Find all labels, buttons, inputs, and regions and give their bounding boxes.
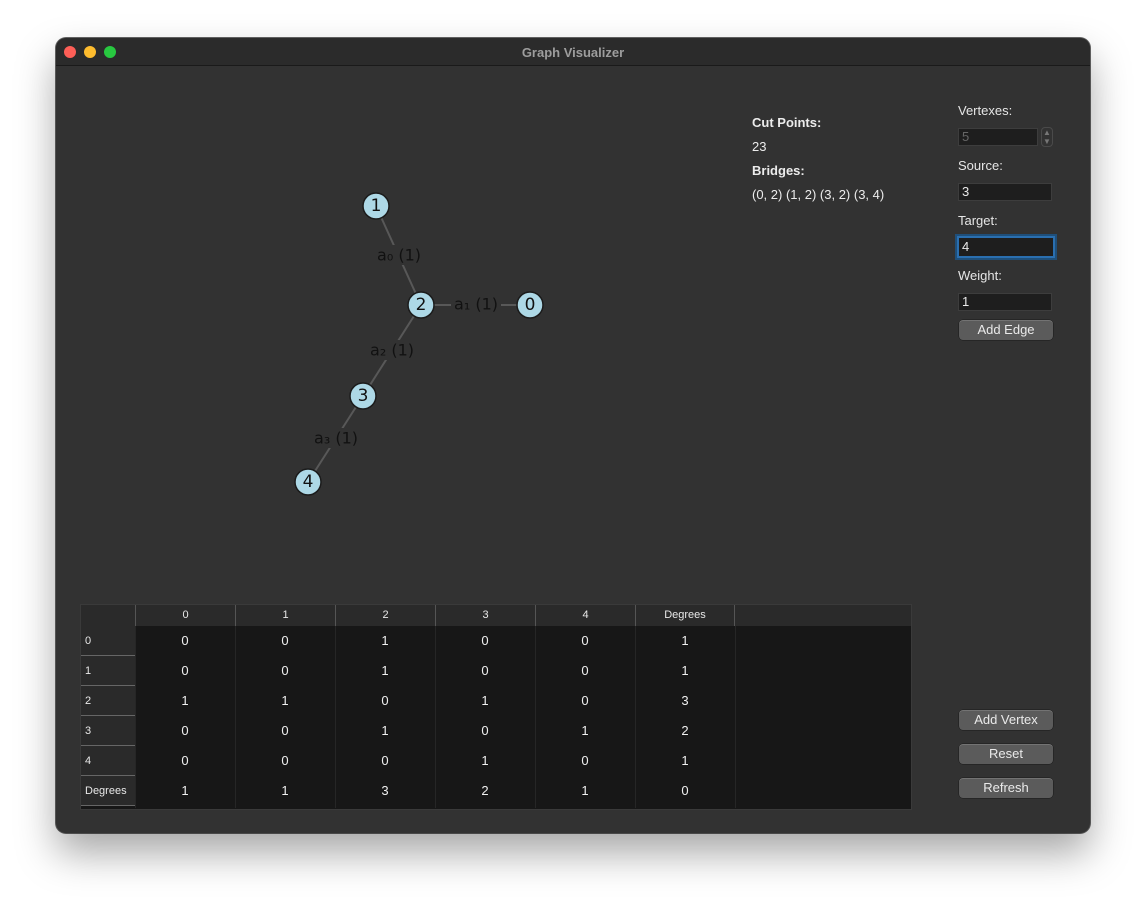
weight-label: Weight:	[958, 268, 1002, 283]
column-header[interactable]: 0	[135, 605, 235, 626]
window-title: Graph Visualizer	[521, 45, 625, 60]
graph-node-1[interactable]: 1	[362, 192, 390, 220]
row-header[interactable]: 0	[81, 626, 135, 656]
column-divider	[735, 626, 736, 808]
title-bar: Graph Visualizer	[56, 38, 1090, 66]
table-cell[interactable]: 2	[435, 776, 535, 806]
add-vertex-button[interactable]: Add Vertex	[959, 710, 1053, 730]
table-corner	[81, 605, 135, 626]
graph-node-4[interactable]: 4	[294, 468, 322, 496]
table-cell[interactable]: 0	[335, 686, 435, 716]
refresh-button[interactable]: Refresh	[959, 778, 1053, 798]
adjacency-table[interactable]: 0 1 2 3 4 Degrees 0 0 0 1 0 0 1 1 0 0 1 0 0 1 2 1 1 0 1 0 3 3 0 0 1 0 1 2…	[80, 604, 912, 810]
column-header[interactable]: 2	[335, 605, 435, 626]
table-cell[interactable]: 1	[335, 626, 435, 656]
target-field[interactable]: 4	[957, 236, 1055, 258]
table-cell[interactable]: 1	[635, 746, 735, 776]
table-cell[interactable]: 1	[235, 776, 335, 806]
table-cell[interactable]: 0	[535, 746, 635, 776]
table-cell[interactable]: 0	[235, 746, 335, 776]
table-cell[interactable]: 1	[135, 686, 235, 716]
column-header[interactable]: 1	[235, 605, 335, 626]
add-edge-button[interactable]: Add Edge	[959, 320, 1053, 340]
edge-label: a₁ (1)	[454, 295, 498, 314]
source-field[interactable]: 3	[958, 183, 1052, 201]
table-cell[interactable]: 1	[135, 776, 235, 806]
column-header[interactable]: Degrees	[635, 605, 735, 626]
vertexes-stepper: ▲ ▼	[1041, 127, 1053, 147]
cut-points-value: 23	[752, 139, 767, 154]
row-header[interactable]: 1	[81, 656, 135, 686]
cut-points-label: Cut Points:	[752, 115, 822, 130]
table-cell[interactable]: 0	[535, 626, 635, 656]
table-cell[interactable]: 0	[535, 656, 635, 686]
row-header[interactable]: Degrees	[81, 776, 135, 806]
source-label: Source:	[958, 158, 1003, 173]
table-cell[interactable]: 0	[335, 746, 435, 776]
graph-node-label: 3	[358, 386, 369, 406]
weight-field[interactable]: 1	[958, 293, 1052, 311]
graph-node-2[interactable]: 2	[407, 291, 435, 319]
vertexes-field: 5	[958, 128, 1038, 146]
table-cell[interactable]: 1	[535, 776, 635, 806]
graph-node-0[interactable]: 0	[516, 291, 544, 319]
vertexes-label: Vertexes:	[958, 103, 1013, 118]
bridges-label: Bridges:	[752, 163, 805, 178]
table-cell[interactable]: 1	[635, 626, 735, 656]
edge-label: a₃ (1)	[314, 429, 358, 448]
table-cell[interactable]: 0	[235, 656, 335, 686]
bridges-value: (0, 2) (1, 2) (3, 2) (3, 4)	[752, 187, 885, 202]
column-header[interactable]: 3	[435, 605, 535, 626]
table-cell[interactable]: 2	[635, 716, 735, 746]
graph-node-label: 4	[303, 472, 314, 492]
table-cell[interactable]: 0	[535, 686, 635, 716]
table-cell[interactable]: 1	[335, 716, 435, 746]
row-header[interactable]: 2	[81, 686, 135, 716]
table-cell[interactable]: 0	[135, 716, 235, 746]
graph-node-label: 1	[371, 196, 382, 216]
graph-node-label: 0	[525, 295, 536, 315]
table-cell[interactable]: 0	[635, 776, 735, 806]
table-cell[interactable]: 1	[235, 686, 335, 716]
row-header[interactable]: 3	[81, 716, 135, 746]
table-cell[interactable]: 1	[435, 746, 535, 776]
table-cell[interactable]: 0	[435, 716, 535, 746]
table-cell[interactable]: 3	[635, 686, 735, 716]
reset-button[interactable]: Reset	[959, 744, 1053, 764]
row-header[interactable]: 4	[81, 746, 135, 776]
table-cell[interactable]: 0	[135, 746, 235, 776]
app-window: Graph Visualizer a₀ (1) a₁ (1) a₂ (1) a₃ (1…	[56, 38, 1090, 833]
table-cell[interactable]: 1	[435, 686, 535, 716]
edge-label: a₂ (1)	[370, 341, 414, 360]
graph-canvas[interactable]: a₀ (1) a₁ (1) a₂ (1) a₃ (1) 1 2 0 3 4	[56, 67, 696, 597]
graph-node-3[interactable]: 3	[349, 382, 377, 410]
graph-node-label: 2	[416, 295, 427, 315]
table-cell[interactable]: 0	[235, 626, 335, 656]
table-cell[interactable]: 0	[235, 716, 335, 746]
table-cell[interactable]: 1	[535, 716, 635, 746]
table-cell[interactable]: 0	[135, 626, 235, 656]
edge-label: a₀ (1)	[377, 246, 421, 265]
table-cell[interactable]: 1	[635, 656, 735, 686]
table-cell[interactable]: 0	[135, 656, 235, 686]
table-cell[interactable]: 3	[335, 776, 435, 806]
column-header[interactable]: 4	[535, 605, 635, 626]
table-cell[interactable]: 0	[435, 656, 535, 686]
table-cell[interactable]: 0	[435, 626, 535, 656]
table-cell[interactable]: 1	[335, 656, 435, 686]
target-label: Target:	[958, 213, 998, 228]
